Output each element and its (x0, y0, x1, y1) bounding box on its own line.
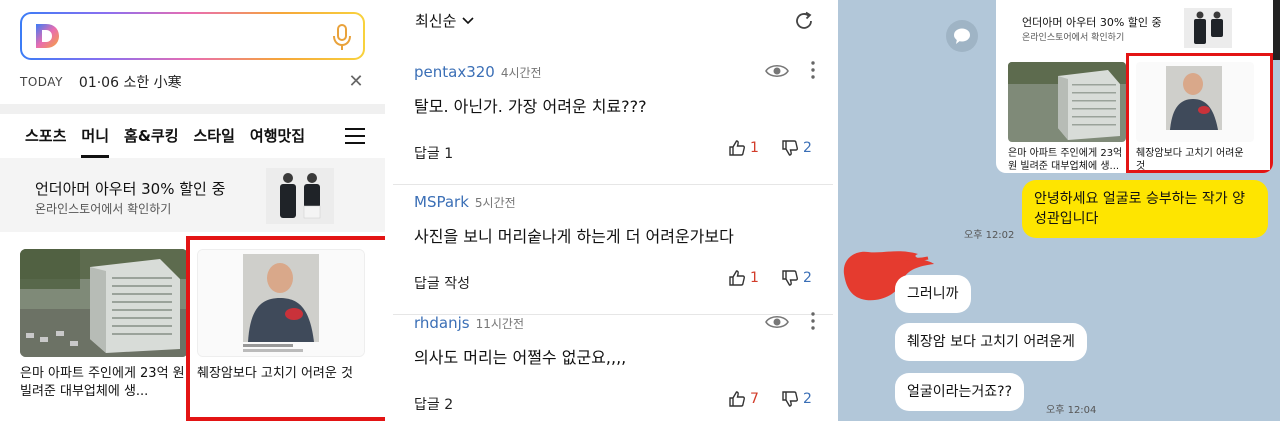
card-news-item: 은마 아파트 주인에게 23억 원 빌려준 대부업체에 생... (1008, 62, 1126, 173)
card-promo-image (1184, 8, 1232, 48)
my-message-bubble: 안녕하세요 얼굴로 승부하는 작가 양성관입니다 (1022, 180, 1268, 238)
thumbs-down-icon (782, 140, 798, 156)
shared-screenshot-card[interactable]: 언더아머 아우터 30% 할인 중 온라인스토어에서 확인하기 은마 아파트 주… (996, 0, 1273, 173)
highlight-frame (186, 236, 385, 421)
comment-item: rhdanjs 11시간전 의사도 머리는 어쩔수 없군요,,,, 답글 2 7 … (393, 306, 823, 421)
daum-app-panel: TODAY 01·06 소한 小寒 ✕ 스포츠 머니 홈&쿠킹 스타일 여행맛집… (0, 0, 385, 421)
comment-time: 5시간전 (474, 196, 516, 210)
reply-button[interactable]: 답글 2 (414, 394, 453, 414)
dislike-count: 2 (803, 140, 812, 156)
eye-icon[interactable] (765, 314, 789, 330)
card-news-title: 은마 아파트 주인에게 23억 원 빌려준 대부업체에 생... (1008, 148, 1123, 172)
card-news-image-apartment (1008, 62, 1126, 142)
today-text: 01·06 소한 小寒 (78, 75, 182, 91)
tab-home-cooking[interactable]: 홈&쿠킹 (124, 118, 178, 158)
thumbs-down-icon (782, 270, 798, 286)
news-card[interactable]: 은마 아파트 주인에게 23억 원 빌려준 대부업체에 생... (20, 249, 188, 401)
comment-header: MSPark 5시간전 (414, 193, 516, 211)
tab-money[interactable]: 머니 (81, 118, 109, 158)
like-count: 1 (750, 270, 759, 286)
promo-subtitle: 온라인스토어에서 확인하기 (35, 202, 172, 216)
more-options-icon[interactable] (811, 61, 815, 79)
thumbs-up-icon (729, 391, 745, 407)
tab-sports[interactable]: 스포츠 (25, 118, 66, 158)
like-button[interactable]: 1 (728, 269, 759, 287)
card-promo-title: 언더아머 아우터 30% 할인 중 (1022, 16, 1162, 29)
comment-time: 11시간전 (475, 317, 525, 331)
my-message-time: 오후 12:02 (964, 230, 1015, 241)
comment-username[interactable]: pentax320 (414, 63, 495, 81)
dislike-button[interactable]: 2 (781, 390, 812, 408)
microphone-icon[interactable] (331, 23, 353, 51)
section-divider (0, 104, 385, 114)
category-tabs: 스포츠 머니 홈&쿠킹 스타일 여행맛집 (0, 118, 385, 158)
dislike-count: 2 (803, 270, 812, 286)
reply-bubble: 췌장암 보다 고치기 어려운게 (895, 323, 1087, 361)
chevron-down-icon (462, 16, 474, 24)
card-highlight-frame (1126, 53, 1273, 173)
thumbs-up-icon (729, 270, 745, 286)
like-count: 7 (750, 391, 759, 407)
comment-header: pentax320 4시간전 (414, 63, 542, 81)
chat-panel: 언더아머 아우터 30% 할인 중 온라인스토어에서 확인하기 은마 아파트 주… (838, 0, 1280, 421)
dislike-button[interactable]: 2 (781, 139, 812, 157)
comment-time: 4시간전 (500, 66, 542, 80)
news-title: 은마 아파트 주인에게 23억 원 빌려준 대부업체에 생... (20, 366, 185, 399)
promo-title: 언더아머 아우터 30% 할인 중 (35, 180, 226, 198)
thumbs-down-icon (782, 391, 798, 407)
tab-style[interactable]: 스타일 (194, 118, 235, 158)
sort-dropdown[interactable]: 최신순 (415, 10, 474, 31)
dislike-count: 2 (803, 391, 812, 407)
news-image-apartment (20, 249, 188, 357)
reply-button[interactable]: 답글 1 (414, 143, 453, 163)
reply-button[interactable]: 답글 작성 (414, 273, 470, 293)
like-count: 1 (750, 140, 759, 156)
like-button[interactable]: 1 (728, 139, 759, 157)
comment-header: rhdanjs 11시간전 (414, 314, 524, 332)
close-icon[interactable]: ✕ (344, 70, 368, 94)
search-bar[interactable] (20, 12, 365, 60)
reply-time: 오후 12:04 (1046, 405, 1097, 416)
today-row: TODAY 01·06 소한 小寒 ✕ (20, 70, 370, 94)
daum-logo-icon (36, 24, 59, 48)
sort-label: 최신순 (415, 12, 457, 30)
thumbs-up-icon (729, 140, 745, 156)
today-label: TODAY (20, 75, 63, 89)
comment-username[interactable]: MSPark (414, 193, 469, 211)
comment-item: pentax320 4시간전 탈모. 아닌가. 가장 어려운 치료??? 답글 1… (393, 55, 833, 185)
comments-panel: 최신순 pentax320 4시간전 탈모. 아닌가. 가장 어려운 치료??? … (393, 0, 833, 421)
promo-image (266, 168, 334, 224)
promo-banner[interactable]: 언더아머 아우터 30% 할인 중 온라인스토어에서 확인하기 (0, 158, 385, 232)
comment-text: 탈모. 아닌가. 가장 어려운 치료??? (414, 97, 647, 116)
comment-text: 사진을 보니 머리숱나게 하는게 더 어려운가보다 (414, 227, 734, 246)
reply-bubble: 얼굴이라는거죠?? (895, 373, 1025, 411)
card-promo-subtitle: 온라인스토어에서 확인하기 (1022, 33, 1125, 43)
dislike-button[interactable]: 2 (781, 269, 812, 287)
comment-username[interactable]: rhdanjs (414, 314, 470, 332)
reply-bubble: 그러니까 (895, 275, 971, 313)
comment-text: 의사도 머리는 어쩔수 없군요,,,, (414, 348, 627, 367)
more-options-icon[interactable] (811, 312, 815, 330)
like-button[interactable]: 7 (728, 390, 759, 408)
refresh-icon[interactable] (793, 10, 815, 32)
share-chat-icon[interactable] (946, 20, 978, 52)
hamburger-menu-icon[interactable] (345, 128, 365, 144)
comment-item: MSPark 5시간전 사진을 보니 머리숱나게 하는게 더 어려운가보다 답글 … (393, 185, 833, 315)
eye-icon[interactable] (765, 63, 789, 79)
tab-travel-food[interactable]: 여행맛집 (250, 118, 305, 158)
